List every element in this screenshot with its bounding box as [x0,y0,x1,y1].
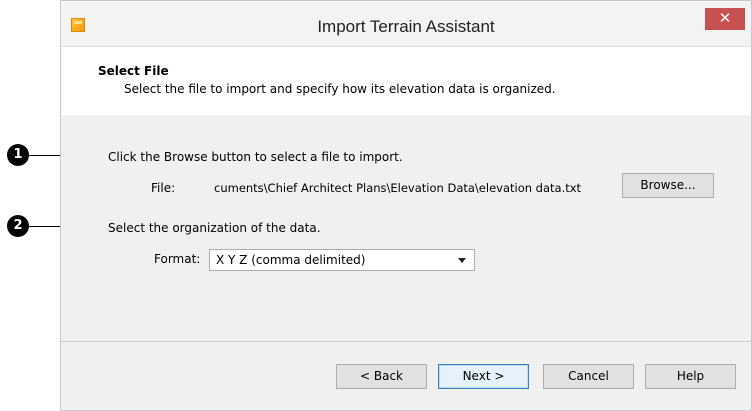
callout-1-marker: 1 [7,144,29,166]
close-icon: ✕ [718,9,732,27]
format-selected-value: X Y Z (comma delimited) [216,253,366,267]
back-button[interactable]: < Back [336,364,427,389]
window-title: Import Terrain Assistant [317,17,495,36]
format-label: Format: [154,252,201,266]
browse-button[interactable]: Browse... [622,173,714,198]
close-button[interactable]: ✕ [705,8,745,30]
file-label: File: [151,181,176,195]
cancel-button[interactable]: Cancel [543,364,634,389]
step-description: Select the file to import and specify ho… [124,82,556,96]
wizard-body: Click the Browse button to select a file… [61,115,751,410]
chevron-down-icon [458,258,466,263]
step-title: Select File [98,64,169,78]
browse-instruction: Click the Browse button to select a file… [108,150,403,164]
import-terrain-dialog: Import Terrain Assistant ✕ Select File S… [60,0,752,411]
title-bar[interactable]: Import Terrain Assistant ✕ [61,1,751,47]
wizard-header: Select File Select the file to import an… [61,47,751,116]
next-button[interactable]: Next > [438,364,529,389]
format-dropdown[interactable]: X Y Z (comma delimited) [209,249,475,271]
file-path-value: cuments\Chief Architect Plans\Elevation … [214,181,582,195]
help-button[interactable]: Help [645,364,736,389]
footer-divider [61,341,751,342]
organization-instruction: Select the organization of the data. [108,221,321,235]
callout-2-marker: 2 [7,215,29,237]
